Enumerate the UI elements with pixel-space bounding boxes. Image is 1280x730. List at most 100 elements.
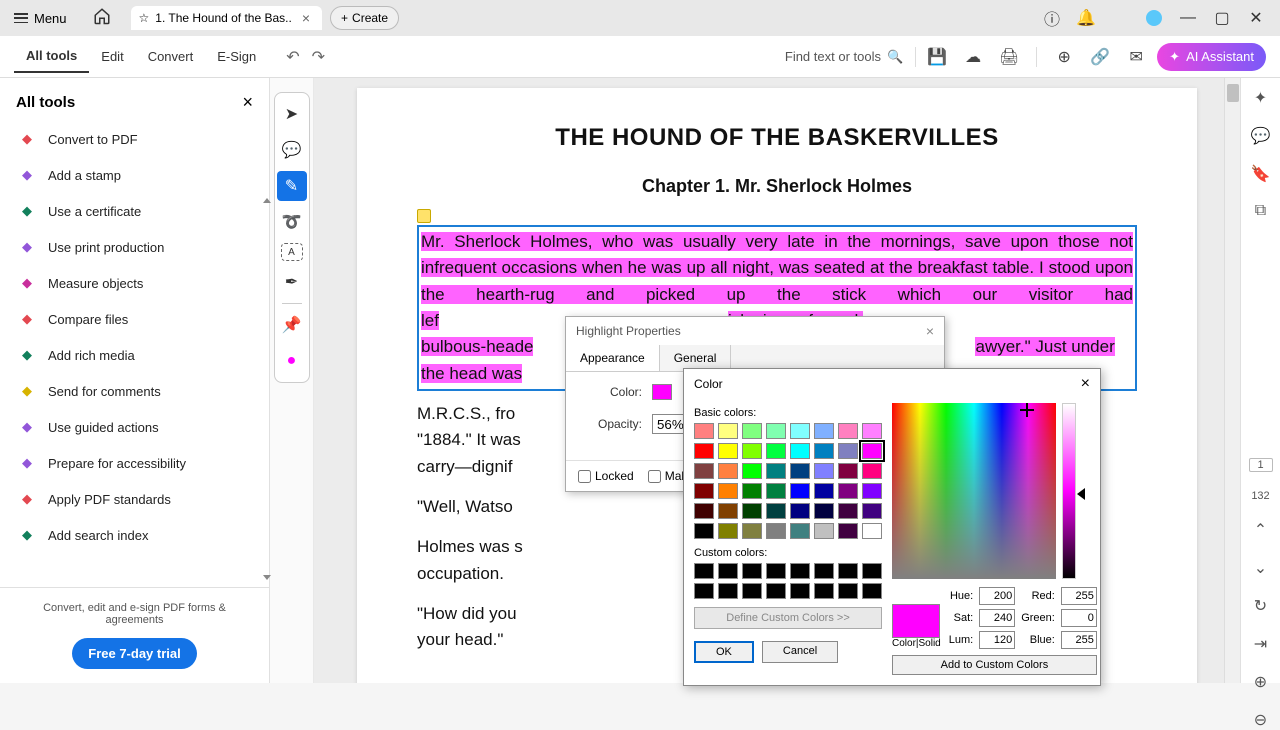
color-swatch[interactable] xyxy=(790,523,810,539)
dialog-close-button[interactable]: × xyxy=(926,323,934,339)
sat-input[interactable] xyxy=(979,609,1015,627)
sidebar-item[interactable]: ◆Add search index xyxy=(6,517,263,553)
sidebar-item[interactable]: ◆Measure objects xyxy=(6,265,263,301)
cancel-button[interactable]: Cancel xyxy=(762,641,838,663)
color-swatch[interactable] xyxy=(862,523,882,539)
rotate-button[interactable]: ↻ xyxy=(1251,596,1271,616)
sidebar-close-button[interactable]: × xyxy=(242,92,253,113)
dialog-titlebar[interactable]: Highlight Properties × xyxy=(566,317,944,345)
color-swatch[interactable] xyxy=(862,443,882,459)
red-input[interactable] xyxy=(1061,587,1097,605)
custom-color-swatch[interactable] xyxy=(742,583,762,599)
color-swatch[interactable] xyxy=(838,443,858,459)
color-swatch[interactable] xyxy=(862,483,882,499)
color-swatch[interactable] xyxy=(790,463,810,479)
ai-assistant-button[interactable]: ✦ AI Assistant xyxy=(1157,43,1266,71)
color-swatch[interactable] xyxy=(742,523,762,539)
color-swatch[interactable] xyxy=(838,523,858,539)
color-gradient-picker[interactable] xyxy=(892,403,1056,579)
vertical-scrollbar[interactable] xyxy=(1224,78,1240,683)
color-swatch[interactable] xyxy=(694,463,714,479)
color-swatch[interactable] xyxy=(766,503,786,519)
fit-width-button[interactable]: ⇥ xyxy=(1251,634,1271,654)
color-swatch[interactable] xyxy=(862,463,882,479)
color-swatch[interactable] xyxy=(838,463,858,479)
color-dialog-titlebar[interactable]: Color × xyxy=(684,369,1100,399)
color-swatch[interactable] xyxy=(742,503,762,519)
avatar-icon[interactable] xyxy=(1146,10,1162,26)
sidebar-item[interactable]: ◆Add rich media xyxy=(6,337,263,373)
highlight-tool[interactable]: ✎ xyxy=(277,171,307,201)
sidebar-item[interactable]: ◆Use guided actions xyxy=(6,409,263,445)
color-swatch[interactable] xyxy=(862,503,882,519)
link-icon[interactable]: 🔗 xyxy=(1091,48,1109,66)
color-swatch[interactable] xyxy=(814,443,834,459)
minimize-button[interactable]: — xyxy=(1180,10,1196,26)
custom-color-swatch[interactable] xyxy=(718,583,738,599)
create-button[interactable]: + Create xyxy=(330,6,399,30)
color-swatch[interactable] xyxy=(742,443,762,459)
sidebar-item[interactable]: ◆Use print production xyxy=(6,229,263,265)
color-swatch[interactable] xyxy=(742,463,762,479)
sidebar-item[interactable]: ◆Convert to PDF xyxy=(6,121,263,157)
page-down-button[interactable]: ⌄ xyxy=(1251,558,1271,578)
page-up-button[interactable]: ⌃ xyxy=(1251,520,1271,540)
hue-input[interactable] xyxy=(979,587,1015,605)
color-swatch[interactable] xyxy=(814,503,834,519)
custom-color-swatch[interactable] xyxy=(862,563,882,579)
custom-color-swatch[interactable] xyxy=(814,563,834,579)
zoom-in-button[interactable]: ⊕ xyxy=(1251,672,1271,692)
scrollbar-thumb[interactable] xyxy=(1227,84,1239,102)
maximize-button[interactable]: ▢ xyxy=(1214,10,1230,26)
color-swatch[interactable] xyxy=(718,483,738,499)
color-swatch[interactable] xyxy=(862,423,882,439)
home-button[interactable] xyxy=(77,7,127,30)
custom-color-swatch[interactable] xyxy=(694,563,714,579)
blue-input[interactable] xyxy=(1061,631,1097,649)
custom-color-swatch[interactable] xyxy=(790,583,810,599)
cloud-icon[interactable]: ☁ xyxy=(964,48,982,66)
locked-checkbox[interactable]: Locked xyxy=(578,469,634,483)
custom-color-swatch[interactable] xyxy=(742,563,762,579)
color-swatch[interactable] xyxy=(838,503,858,519)
tab-close-button[interactable]: × xyxy=(298,10,314,26)
custom-color-swatch[interactable] xyxy=(790,563,810,579)
highlight-color-tool[interactable]: ● xyxy=(277,346,307,376)
color-swatch[interactable] xyxy=(766,423,786,439)
custom-color-swatch[interactable] xyxy=(862,583,882,599)
custom-color-swatch[interactable] xyxy=(838,583,858,599)
color-swatch[interactable] xyxy=(838,483,858,499)
color-swatch[interactable] xyxy=(766,523,786,539)
pin-tool[interactable]: 📌 xyxy=(277,310,307,340)
color-swatch[interactable] xyxy=(718,423,738,439)
panel-icon-1[interactable]: ✦ xyxy=(1251,88,1271,108)
document-tab[interactable]: ☆ 1. The Hound of the Bas.. × xyxy=(131,6,323,30)
tab-edit[interactable]: Edit xyxy=(89,41,135,72)
color-swatch[interactable] xyxy=(694,443,714,459)
green-input[interactable] xyxy=(1061,609,1097,627)
tab-esign[interactable]: E-Sign xyxy=(205,41,268,72)
color-swatch[interactable] xyxy=(718,523,738,539)
color-swatch[interactable] xyxy=(766,443,786,459)
color-swatch[interactable] xyxy=(718,443,738,459)
color-swatch[interactable] xyxy=(718,463,738,479)
color-swatch[interactable] xyxy=(814,523,834,539)
sidebar-item[interactable]: ◆Apply PDF standards xyxy=(6,481,263,517)
sign-tool[interactable]: ✒ xyxy=(277,267,307,297)
notification-icon[interactable]: 🔔 xyxy=(1078,10,1094,26)
sidebar-item[interactable]: ◆Add a stamp xyxy=(6,157,263,193)
custom-color-swatch[interactable] xyxy=(766,563,786,579)
color-swatch[interactable] xyxy=(742,483,762,499)
color-swatch[interactable] xyxy=(790,503,810,519)
custom-color-swatch[interactable] xyxy=(838,563,858,579)
sidebar-item[interactable]: ◆Compare files xyxy=(6,301,263,337)
color-dialog-close-button[interactable]: × xyxy=(1081,375,1090,393)
panel-icon-comments[interactable]: 💬 xyxy=(1251,126,1271,146)
help-icon[interactable]: ⓘ xyxy=(1044,10,1060,26)
color-swatch-button[interactable] xyxy=(652,384,672,400)
sidebar-item[interactable]: ◆Use a certificate xyxy=(6,193,263,229)
text-tool[interactable]: A xyxy=(281,243,303,261)
define-custom-colors-button[interactable]: Define Custom Colors >> xyxy=(694,607,882,629)
panel-icon-bookmarks[interactable]: 🔖 xyxy=(1251,164,1271,184)
color-swatch[interactable] xyxy=(814,483,834,499)
